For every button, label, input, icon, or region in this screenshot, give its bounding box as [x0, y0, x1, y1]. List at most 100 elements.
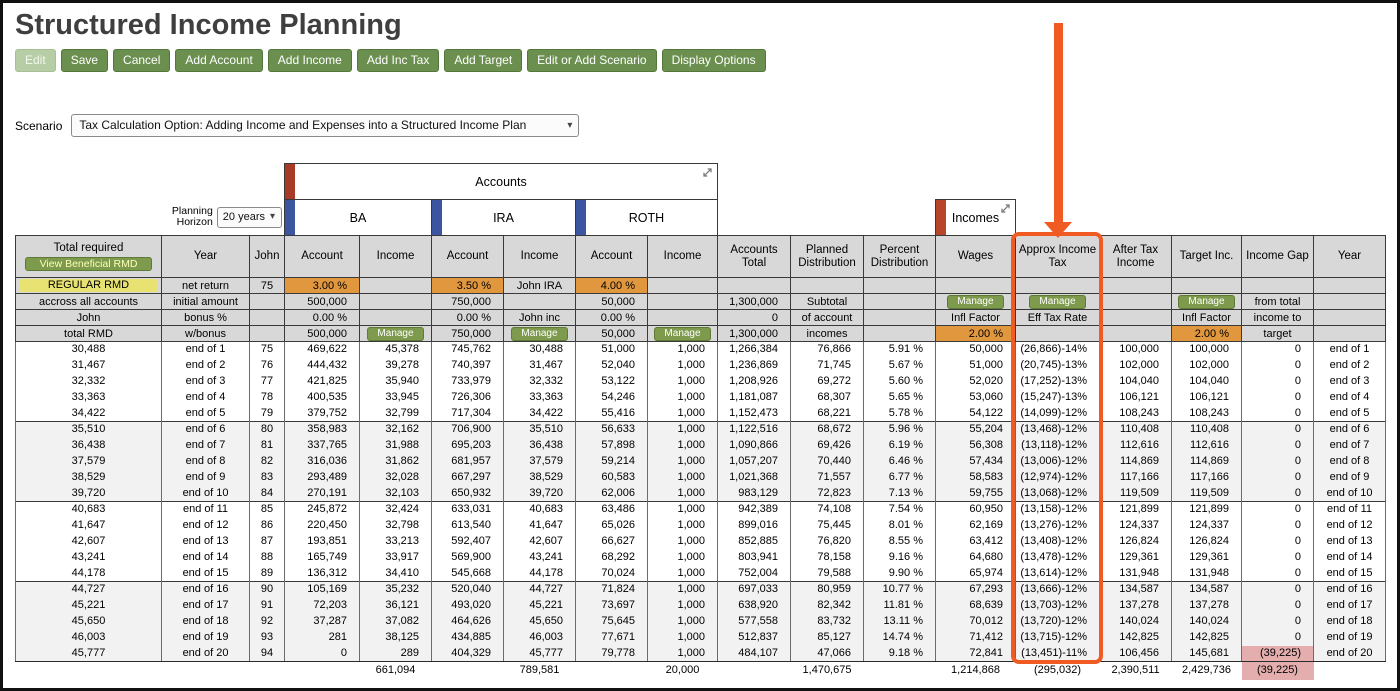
save-button[interactable]: Save — [60, 49, 109, 72]
accounts-color-bar — [285, 164, 295, 199]
cell: 100,000 — [1099, 341, 1172, 358]
cell: end of 20 — [161, 645, 250, 662]
cell: 35,940 — [359, 373, 432, 390]
cell: 67,293 — [935, 581, 1016, 598]
cell: 32,028 — [359, 469, 432, 486]
cancel-button[interactable]: Cancel — [113, 49, 171, 72]
add-inc-tax-button[interactable]: Add Inc Tax — [356, 49, 440, 72]
cell: 745,762 — [431, 341, 504, 358]
cell: 40,683 — [15, 501, 162, 518]
column-header: After Tax Income — [1099, 235, 1172, 278]
table-row: 46,003 end of 19 93 281 38,125 434,885 46,003 7… — [15, 629, 1386, 646]
column-header: Year — [161, 235, 250, 278]
cell: 35,510 — [503, 421, 576, 438]
cell: end of 1 — [1313, 341, 1386, 358]
cell: 45,650 — [15, 613, 162, 630]
cell: 37,082 — [359, 613, 432, 630]
column-header: Percent Distribution — [863, 235, 936, 278]
cell: 1,021,368 — [717, 469, 791, 486]
subheader-cell: 0.00 % — [431, 309, 504, 326]
cell: 33,363 — [15, 389, 162, 406]
cell: 1,122,516 — [717, 421, 791, 438]
cell: 53,122 — [575, 373, 648, 390]
accounts-group-header: Accounts — [284, 163, 718, 200]
cell: 53,060 — [935, 389, 1016, 406]
manage-button[interactable]: Manage — [1029, 295, 1086, 309]
scenario-select[interactable]: Tax Calculation Option: Adding Income an… — [71, 114, 580, 137]
account-group-label: BA — [349, 210, 367, 225]
cell: 114,869 — [1171, 453, 1242, 470]
cell: end of 12 — [1313, 517, 1386, 534]
cell: end of 16 — [1313, 581, 1386, 598]
subheader-cell: accross all accounts — [15, 293, 162, 310]
cell: (13,614)-12% — [1015, 565, 1100, 582]
cell: 10.77 % — [863, 581, 936, 598]
cell: 51,000 — [935, 357, 1016, 374]
cell: 92 — [249, 613, 285, 630]
cell: 0 — [1241, 485, 1314, 502]
cell: 108,243 — [1171, 405, 1242, 422]
column-header-label: After Tax Income — [1112, 244, 1159, 269]
cell: 545,668 — [431, 565, 504, 582]
subheader-cell: REGULAR RMD — [15, 277, 162, 294]
cell: 140,024 — [1171, 613, 1242, 630]
edit-or-add-scenario-button[interactable]: Edit or Add Scenario — [527, 49, 657, 72]
total-cell: 1,470,675 — [802, 664, 852, 677]
cell: (20,745)-13% — [1015, 357, 1100, 374]
subheader-row: accross all accounts initial amount 500,00… — [15, 293, 1386, 310]
manage-button[interactable]: Manage — [367, 327, 424, 341]
cell: (13,478)-12% — [1015, 549, 1100, 566]
cell: 6.19 % — [863, 437, 936, 454]
cell: (14,099)-12% — [1015, 405, 1100, 422]
manage-button[interactable]: Manage — [654, 327, 711, 341]
cell: end of 7 — [161, 437, 250, 454]
column-header-label: Year — [1337, 250, 1362, 263]
subheader-cell: Manage — [359, 325, 432, 342]
cell: end of 11 — [161, 501, 250, 518]
cell: 165,749 — [284, 549, 360, 566]
cell: 7.54 % — [863, 501, 936, 518]
cell: 129,361 — [1171, 549, 1242, 566]
cell: 44,178 — [15, 565, 162, 582]
planning-table: Accounts Planning Horizon 20 years ▾ BA IRA ROT… — [15, 163, 1386, 680]
manage-button[interactable]: Manage — [1178, 295, 1235, 309]
cell: 13.11 % — [863, 613, 936, 630]
manage-button[interactable]: Manage — [947, 295, 1004, 309]
cell: 1,000 — [647, 613, 718, 630]
subheader-cell: John IRA — [503, 277, 576, 294]
subheader-cell: of account — [790, 309, 864, 326]
subheader-cell — [935, 277, 1016, 294]
subheader-cell — [249, 325, 285, 342]
cell: 64,680 — [935, 549, 1016, 566]
cell: 0 — [1241, 501, 1314, 518]
cell: 85,127 — [790, 629, 864, 646]
cell: 119,509 — [1171, 485, 1242, 502]
view-beneficial-rmd-button[interactable]: View Beneficial RMD — [24, 256, 153, 271]
cell: 56,633 — [575, 421, 648, 438]
column-header: John — [249, 235, 285, 278]
column-header: Planned Distribution — [790, 235, 864, 278]
display-options-button[interactable]: Display Options — [661, 49, 766, 72]
subheader-cell — [1099, 325, 1172, 342]
expand-icon[interactable] — [999, 202, 1012, 215]
cell: 379,752 — [284, 405, 360, 422]
scenario-selected-value: Tax Calculation Option: Adding Income an… — [79, 118, 527, 132]
cell: end of 5 — [161, 405, 250, 422]
planning-horizon-select[interactable]: 20 years ▾ — [216, 206, 282, 228]
cell: 983,129 — [717, 485, 791, 502]
cell: (13,276)-12% — [1015, 517, 1100, 534]
subheader-cell — [647, 309, 718, 326]
page: Structured Income Planning Edit Save Can… — [0, 0, 1400, 691]
add-account-button[interactable]: Add Account — [175, 49, 263, 72]
total-cell: 2,429,736 — [1182, 664, 1231, 677]
add-income-button[interactable]: Add Income — [267, 49, 352, 72]
cell: end of 15 — [1313, 565, 1386, 582]
expand-icon[interactable] — [701, 166, 714, 179]
total-cell — [16, 662, 162, 680]
subheader-cell: John inc — [503, 309, 576, 326]
manage-button[interactable]: Manage — [511, 327, 568, 341]
add-target-button[interactable]: Add Target — [444, 49, 523, 72]
edit-button[interactable]: Edit — [15, 49, 56, 72]
page-title: Structured Income Planning — [15, 9, 402, 41]
cell: 695,203 — [431, 437, 504, 454]
